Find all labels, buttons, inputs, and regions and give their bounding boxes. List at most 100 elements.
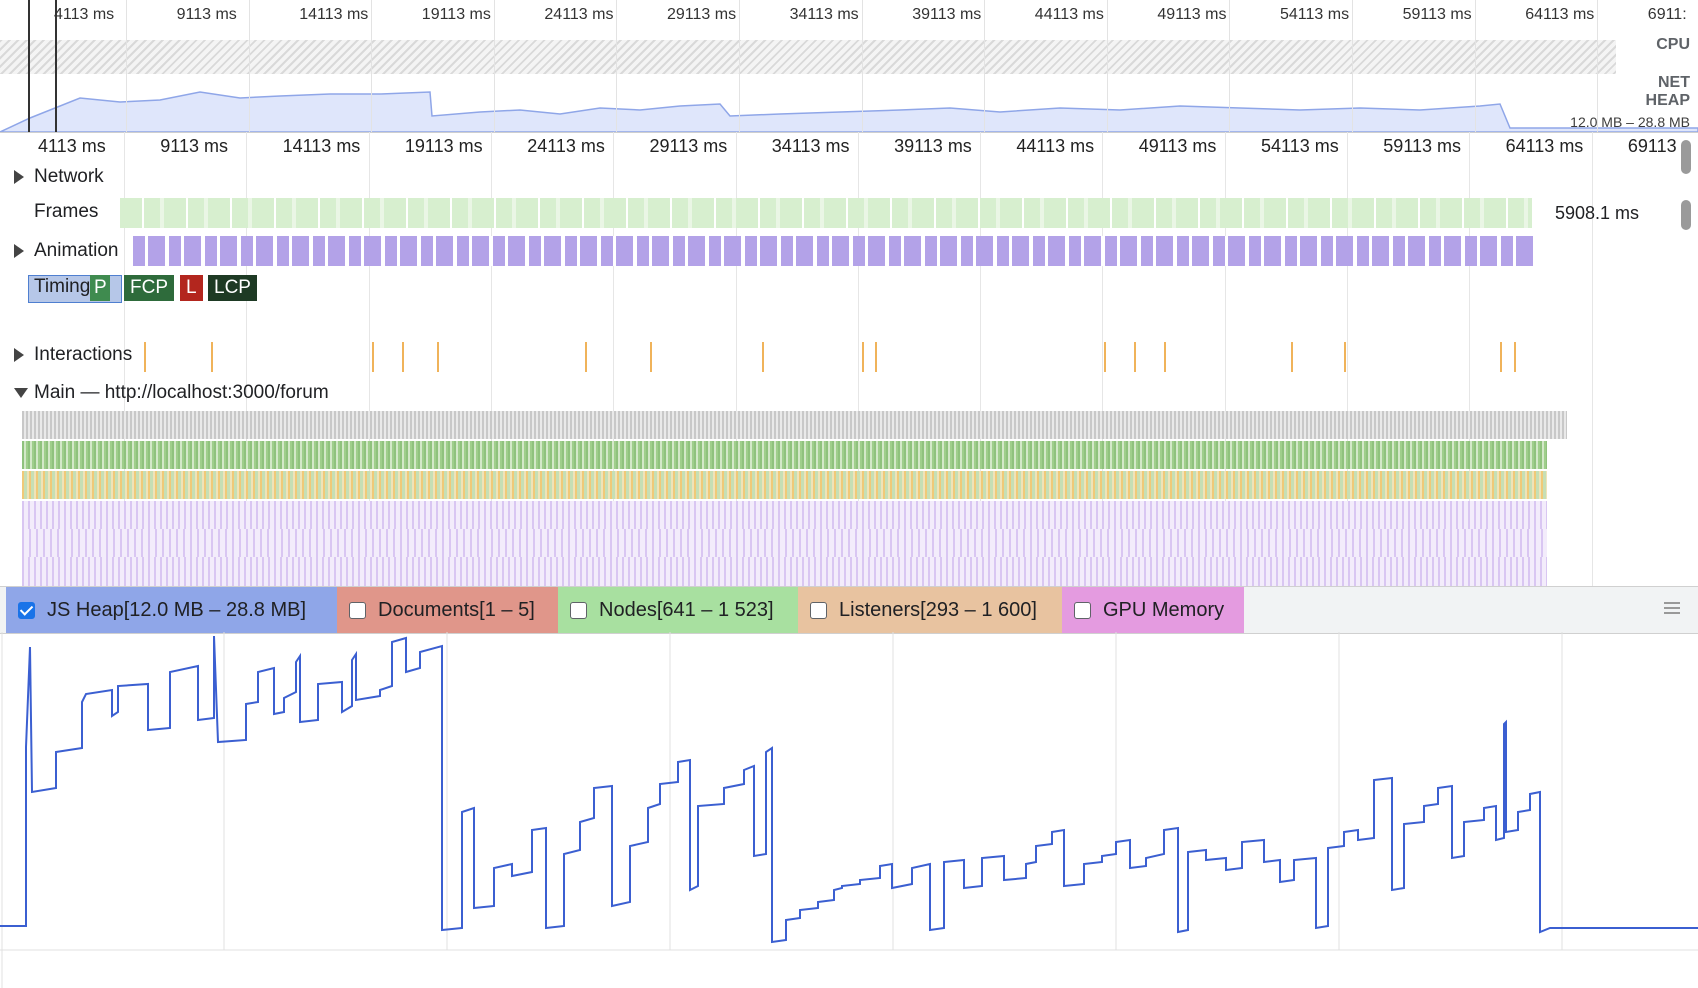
frames-duration: 5908.1 ms <box>1555 203 1640 223</box>
overview-tick-line <box>1597 0 1599 132</box>
overview-tick-label: 59113 ms <box>1402 6 1472 23</box>
flame-row-level-1[interactable] <box>22 441 1547 469</box>
frames-track-label: Frames <box>34 201 99 222</box>
network-track[interactable]: Network <box>0 160 1680 194</box>
hamburger-menu-icon[interactable] <box>1664 602 1680 614</box>
counter-gpu-memory-label: GPU Memory <box>1103 598 1225 621</box>
expand-triangle-icon[interactable] <box>14 244 24 258</box>
nodes-checkbox[interactable] <box>570 601 587 619</box>
timeline-tick-label: 14113 ms <box>282 136 361 156</box>
overview-tick-line <box>371 0 373 132</box>
timeline-tick-label: 19113 ms <box>404 136 483 156</box>
overview-tick-line <box>984 0 986 132</box>
main-thread-track[interactable]: Main — http://localhost:3000/forum <box>0 376 1680 410</box>
counter-nodes-label: Nodes[641 – 1 523] <box>599 598 774 621</box>
counter-documents[interactable]: Documents[1 – 5] <box>337 587 558 633</box>
interaction-marker[interactable] <box>1291 342 1293 372</box>
heap-gridlines <box>0 632 1698 988</box>
overview-heap-range: 12.0 MB – 28.8 MB <box>1570 114 1690 130</box>
overview-tick-label: 19113 ms <box>421 6 491 23</box>
overview-tick-line <box>493 0 495 132</box>
interaction-marker[interactable] <box>1164 342 1166 372</box>
overview-heap-label: HEAP <box>1645 92 1690 109</box>
timeline-tick-label: 9113 ms <box>160 136 228 156</box>
overview-tick-line <box>1352 0 1353 132</box>
js-heap-line <box>0 635 1698 944</box>
overview-tick-label: 9113 ms <box>176 6 237 23</box>
documents-checkbox[interactable] <box>349 601 366 619</box>
overview-tick-label: 29113 ms <box>667 6 737 23</box>
collapse-triangle-icon[interactable] <box>14 388 28 398</box>
interactions-track[interactable]: Interactions <box>0 338 1680 374</box>
js-heap-checkbox[interactable] <box>18 601 35 619</box>
overview-tick-label: 49113 ms <box>1157 6 1227 23</box>
interaction-marker[interactable] <box>437 342 439 372</box>
interaction-marker[interactable] <box>402 342 404 372</box>
flame-row-level-4[interactable] <box>22 529 1547 557</box>
overview-tick-line <box>1229 0 1231 132</box>
overview-window-left-handle[interactable] <box>28 0 30 132</box>
interaction-marker[interactable] <box>1344 342 1346 372</box>
main-thread-flame[interactable] <box>22 411 1634 586</box>
timing-marker-lcp[interactable]: LCP <box>208 275 257 301</box>
flame-row-tasks[interactable] <box>22 411 1567 439</box>
overview-heap-track <box>0 91 1698 132</box>
interaction-marker[interactable] <box>762 342 764 372</box>
animation-bar[interactable] <box>133 236 1533 266</box>
interaction-marker[interactable] <box>1104 342 1106 372</box>
gpu-memory-checkbox[interactable] <box>1074 601 1091 619</box>
interaction-marker[interactable] <box>1134 342 1136 372</box>
counter-js-heap-label: JS Heap[12.0 MB – 28.8 MB] <box>47 598 307 621</box>
timing-marker-fcp[interactable]: FCP <box>124 275 174 301</box>
overview-tick-label: 54113 ms <box>1280 6 1350 23</box>
overview-tick-line <box>861 0 863 132</box>
timeline-tick-label: 29113 ms <box>649 136 728 156</box>
overview-tick-label: 4113 ms <box>54 6 115 23</box>
flame-row-level-5[interactable] <box>22 557 1547 586</box>
interaction-marker[interactable] <box>875 342 877 372</box>
timeline-scrollbar-secondary[interactable] <box>1681 200 1691 230</box>
timeline-overview[interactable]: CPU NET HEAP 12.0 MB – 28.8 MB 4113 ms 91… <box>0 0 1698 133</box>
overview-heap-line <box>0 91 1698 132</box>
js-heap-graph[interactable] <box>0 632 1698 988</box>
interaction-marker[interactable] <box>585 342 587 372</box>
overview-tick-line <box>616 0 618 132</box>
counter-js-heap[interactable]: JS Heap[12.0 MB – 28.8 MB] <box>6 587 337 633</box>
timeline-tick-label: 49113 ms <box>1138 136 1217 156</box>
counter-documents-label: Documents[1 – 5] <box>378 598 535 621</box>
counter-nodes[interactable]: Nodes[641 – 1 523] <box>558 587 798 633</box>
interaction-marker[interactable] <box>372 342 374 372</box>
timing-marker-l[interactable]: L <box>180 275 203 301</box>
counter-listeners[interactable]: Listeners[293 – 1 600] <box>798 587 1062 633</box>
overview-net-label: NET <box>1658 74 1690 91</box>
memory-counters-bar: JS Heap[12.0 MB – 28.8 MB] Documents[1 –… <box>0 586 1698 634</box>
main-thread-label: Main — http://localhost:3000/forum <box>34 382 329 403</box>
expand-triangle-icon[interactable] <box>14 348 24 362</box>
interaction-marker[interactable] <box>1514 342 1516 372</box>
overview-tick-label: 44113 ms <box>1034 6 1104 23</box>
overview-cpu-track <box>0 40 1616 74</box>
timeline-tick-label: 34113 ms <box>771 136 850 156</box>
timeline-tick-label: 4113 ms <box>38 136 106 156</box>
interaction-marker[interactable] <box>862 342 864 372</box>
overview-tick-label: 24113 ms <box>544 6 614 23</box>
flame-row-level-3[interactable] <box>22 501 1547 529</box>
interaction-marker[interactable] <box>144 342 146 372</box>
expand-triangle-icon[interactable] <box>14 170 24 184</box>
overview-tick-label: 14113 ms <box>299 6 369 23</box>
frames-bar[interactable] <box>120 198 1532 228</box>
listeners-checkbox[interactable] <box>810 601 827 619</box>
overview-tick-label: 39113 ms <box>912 6 982 23</box>
flame-row-level-2[interactable] <box>22 471 1547 499</box>
timeline-tick-label: 24113 ms <box>527 136 605 156</box>
overview-tick-line <box>1474 0 1476 132</box>
interaction-marker[interactable] <box>650 342 652 372</box>
timeline-scrollbar[interactable] <box>1681 140 1691 174</box>
interaction-marker[interactable] <box>1500 342 1502 372</box>
timing-marker-p[interactable]: P <box>90 275 110 301</box>
timeline-tick-label: 59113 ms <box>1383 136 1462 156</box>
interaction-marker[interactable] <box>211 342 213 372</box>
timeline-tick-label: 39113 ms <box>894 136 972 156</box>
counter-gpu-memory[interactable]: GPU Memory <box>1062 587 1244 633</box>
timeline-tick-label: 64113 ms <box>1505 136 1584 156</box>
